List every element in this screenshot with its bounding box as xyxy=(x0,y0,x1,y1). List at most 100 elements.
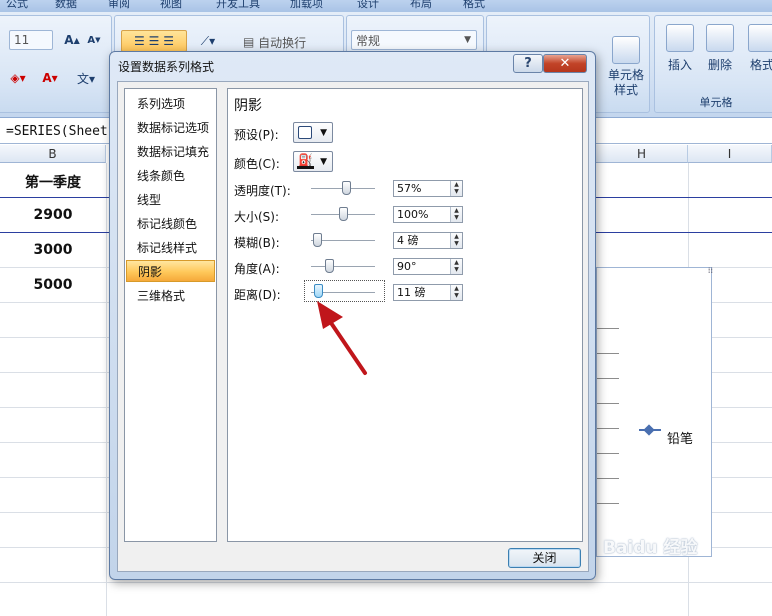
dialog-body: 系列选项 数据标记选项 数据标记填充 线条颜色 线型 标记线颜色 标记线样式 阴… xyxy=(117,81,589,572)
format-button[interactable]: 格式 xyxy=(741,24,772,73)
cell-header[interactable]: 第一季度 xyxy=(0,172,106,192)
font-size-box[interactable]: 11 xyxy=(9,30,53,50)
orientation-icon[interactable]: ⟋▾ xyxy=(191,30,225,52)
cell-style-button[interactable]: 单元格 样式 xyxy=(603,36,649,98)
size-slider-thumb[interactable] xyxy=(338,207,348,221)
color-dropdown[interactable]: ⛽ ▼ xyxy=(293,151,333,172)
cell-value[interactable]: 3000 xyxy=(0,242,106,258)
distance-value: 11 磅 xyxy=(397,286,426,299)
transparency-slider-thumb[interactable] xyxy=(342,181,352,195)
align-buttons[interactable]: ☰ ☰ ☰ xyxy=(121,30,187,52)
close-button[interactable]: 关闭 xyxy=(508,548,581,568)
fill-color-icon[interactable]: ◈▾ xyxy=(3,68,33,88)
preset-label: 预设(P): xyxy=(234,128,279,142)
format-data-series-dialog: 设置数据系列格式 ? ✕ 系列选项 数据标记选项 数据标记填充 线条颜色 线型 … xyxy=(109,51,596,580)
transparency-label: 透明度(T): xyxy=(234,184,291,198)
spinner-arrows-icon[interactable]: ▲ ▼ xyxy=(450,233,462,248)
cells-group-label: 单元格 xyxy=(699,96,733,109)
tab-design[interactable]: 设计 xyxy=(357,0,379,11)
legend-marker-icon xyxy=(643,424,655,436)
ribbon-tab-strip: 公式 数据 审阅 视图 开发工具 加载项 设计 布局 格式 xyxy=(0,0,772,12)
format-label: 格式 xyxy=(749,58,772,72)
chart-gridline xyxy=(597,503,619,504)
tab-view[interactable]: 视图 xyxy=(160,0,182,11)
tab-developer[interactable]: 开发工具 xyxy=(216,0,260,11)
nav-shadow[interactable]: 阴影 xyxy=(126,260,215,282)
transparency-value: 57% xyxy=(397,182,422,195)
dialog-close-x-button[interactable]: ✕ xyxy=(543,54,587,73)
number-format-value: 常规 xyxy=(356,33,381,48)
wrap-text-label: 自动换行 xyxy=(258,35,307,50)
blur-slider-thumb[interactable] xyxy=(313,233,323,247)
paint-bucket-icon: ⛽ xyxy=(298,153,313,167)
spinner-arrows-icon[interactable]: ▲ ▼ xyxy=(450,207,462,222)
nav-marker-line-color[interactable]: 标记线颜色 xyxy=(126,213,215,235)
insert-label: 插入 xyxy=(667,58,692,72)
chevron-down-icon: ▼ xyxy=(320,157,327,167)
wrap-text-icon: ▤ xyxy=(243,35,259,49)
nav-marker-fill[interactable]: 数据标记填充 xyxy=(126,141,215,163)
insert-button[interactable]: 插入 xyxy=(659,24,701,73)
preset-swatch-icon xyxy=(298,126,312,139)
spinner-arrows-icon[interactable]: ▲ ▼ xyxy=(450,181,462,196)
column-header-h[interactable]: H xyxy=(596,145,688,163)
angle-spinner[interactable]: 90° ▲ ▼ xyxy=(393,258,463,275)
nav-line-color[interactable]: 线条颜色 xyxy=(126,165,215,187)
cell-style-icon xyxy=(612,36,640,64)
angle-slider-track[interactable] xyxy=(311,266,375,267)
color-bar-icon xyxy=(297,166,314,169)
shadow-panel: 阴影 预设(P): ▼ 颜色(C): ⛽ ▼ 透明度(T): 57% ▲ ▼ 大小… xyxy=(227,88,583,542)
chevron-down-icon: ▼ xyxy=(464,35,471,45)
chart-gridline xyxy=(597,328,619,329)
shrink-font-icon[interactable]: A ▼ xyxy=(83,30,105,50)
spinner-arrows-icon[interactable]: ▲ ▼ xyxy=(450,285,462,300)
chart-gridline xyxy=(597,353,619,354)
column-header-b[interactable]: B xyxy=(0,145,106,163)
nav-3d-format[interactable]: 三维格式 xyxy=(126,285,215,307)
tab-formulas[interactable]: 公式 xyxy=(6,0,28,11)
number-format-select[interactable]: 常规 ▼ xyxy=(351,30,477,50)
wrap-text-button[interactable]: ▤ 自动换行 xyxy=(243,32,333,52)
preset-dropdown[interactable]: ▼ xyxy=(293,122,333,143)
size-spinner[interactable]: 100% ▲ ▼ xyxy=(393,206,463,223)
tab-addins[interactable]: 加载项 xyxy=(290,0,323,11)
angle-label: 角度(A): xyxy=(234,262,280,276)
column-header-i[interactable]: I xyxy=(688,145,772,163)
transparency-spinner[interactable]: 57% ▲ ▼ xyxy=(393,180,463,197)
nav-marker-line-style[interactable]: 标记线样式 xyxy=(126,237,215,259)
color-label: 颜色(C): xyxy=(234,157,280,171)
nav-line-style[interactable]: 线型 xyxy=(126,189,215,211)
category-list: 系列选项 数据标记选项 数据标记填充 线条颜色 线型 标记线颜色 标记线样式 阴… xyxy=(124,88,217,542)
chevron-down-icon: ▼ xyxy=(320,128,327,138)
dialog-title: 设置数据系列格式 xyxy=(118,60,215,74)
legend-label: 铅笔 xyxy=(667,432,694,447)
distance-slider-thumb[interactable] xyxy=(313,284,323,298)
font-color-icon[interactable]: A▾ xyxy=(35,68,65,88)
size-label: 大小(S): xyxy=(234,210,280,224)
distance-spinner[interactable]: 11 磅 ▲ ▼ xyxy=(393,284,463,301)
tab-data[interactable]: 数据 xyxy=(55,0,77,11)
tab-review[interactable]: 审阅 xyxy=(108,0,130,11)
blur-spinner[interactable]: 4 磅 ▲ ▼ xyxy=(393,232,463,249)
nav-series-options[interactable]: 系列选项 xyxy=(126,93,215,115)
chart-resize-handle[interactable]: ⁞⁞ xyxy=(708,266,713,275)
phonetic-icon[interactable]: 文▾ xyxy=(71,68,101,88)
chart-area[interactable]: 铅笔 ⁞⁞ xyxy=(596,266,713,557)
delete-button[interactable]: 删除 xyxy=(699,24,741,73)
help-button[interactable]: ? xyxy=(513,54,543,73)
cell-value[interactable]: 2900 xyxy=(0,207,106,223)
delete-label: 删除 xyxy=(707,58,732,72)
angle-slider-thumb[interactable] xyxy=(324,259,334,273)
cell-value[interactable]: 5000 xyxy=(0,277,106,293)
font-group: 11 A ▲ A ▼ ◈▾ A▾ 文▾ xyxy=(0,15,112,113)
font-size-value: 11 xyxy=(14,33,30,47)
tab-layout[interactable]: 布局 xyxy=(410,0,432,11)
tab-format[interactable]: 格式 xyxy=(463,0,485,11)
distance-label: 距离(D): xyxy=(234,288,281,302)
grow-font-icon[interactable]: A ▲ xyxy=(61,30,83,50)
spinner-arrows-icon[interactable]: ▲ ▼ xyxy=(450,259,462,274)
chart-gridline xyxy=(597,478,619,479)
blur-value: 4 磅 xyxy=(397,234,419,247)
watermark: Baidu 经验 xyxy=(603,538,698,558)
nav-marker-options[interactable]: 数据标记选项 xyxy=(126,117,215,139)
